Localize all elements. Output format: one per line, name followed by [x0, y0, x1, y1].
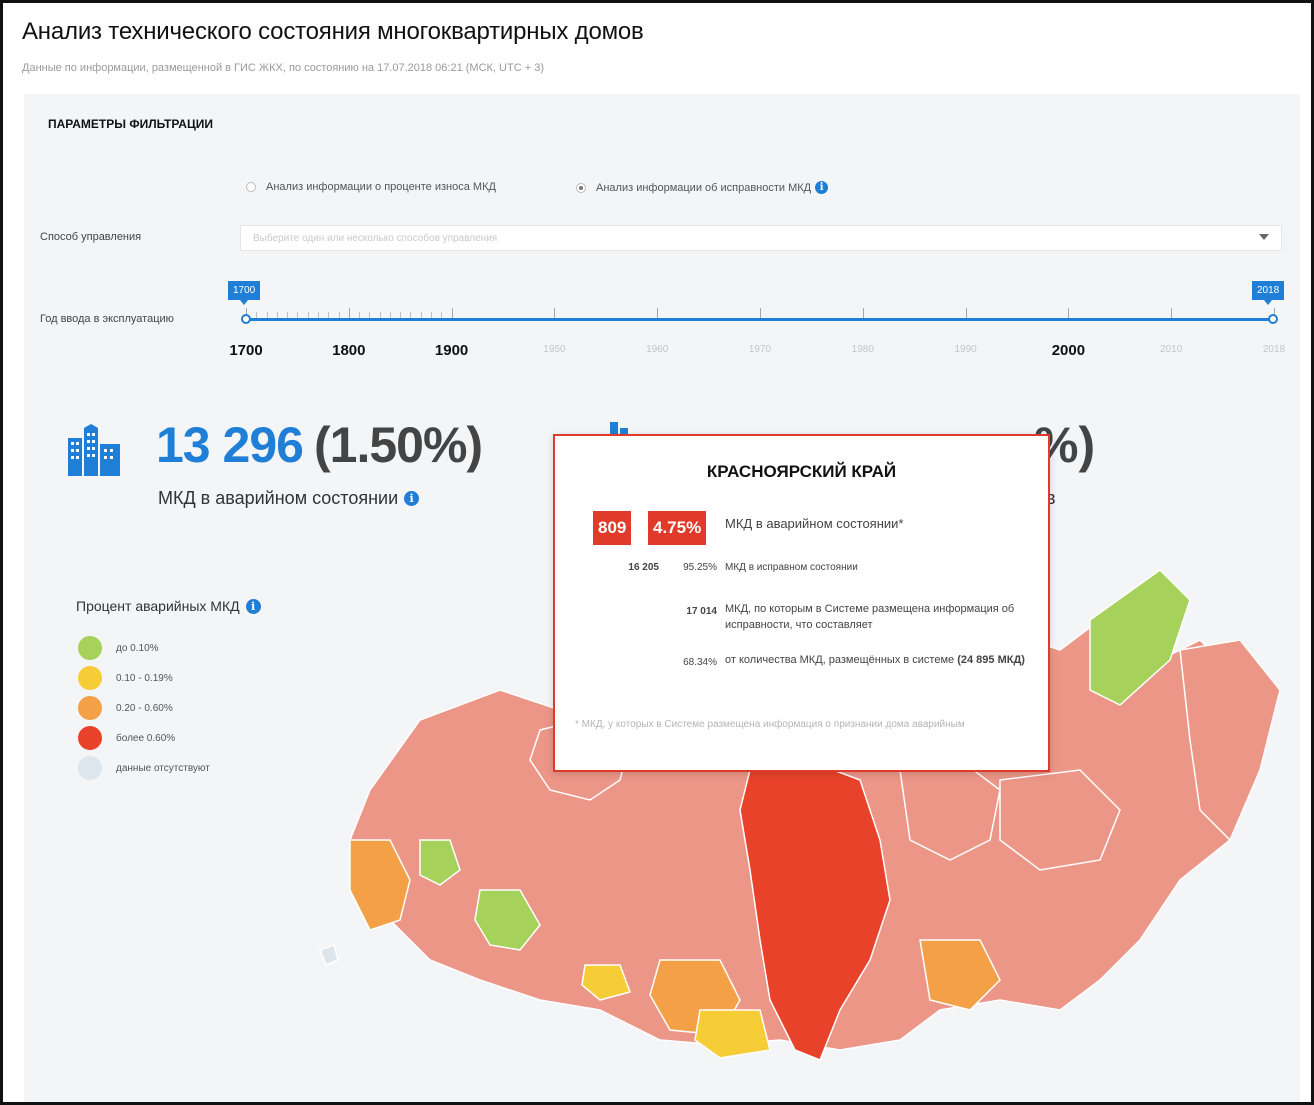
slider-minor-tick — [297, 312, 299, 318]
legend-label: 0.10 - 0.19% — [116, 672, 173, 684]
slider-tick — [451, 308, 453, 318]
region-tooltip: КРАСНОЯРСКИЙ КРАЙ 809 4.75% МКД в аварий… — [553, 434, 1050, 772]
tooltip-emergency-count: 809 — [593, 511, 632, 545]
year-to-handle[interactable] — [1268, 314, 1278, 324]
tooltip-footnote: * МКД, у которых в Системе размещена инф… — [575, 719, 965, 730]
slider-minor-tick — [266, 312, 268, 318]
tooltip-share-percent: 68.34% — [683, 657, 717, 668]
year-from-handle[interactable] — [241, 314, 251, 324]
radio-wear-label: Анализ информации о проценте износа МКД — [266, 181, 496, 193]
slider-tick-label: 2000 — [1051, 342, 1086, 359]
slider-minor-tick — [379, 312, 381, 318]
slider-tick — [554, 308, 556, 318]
slider-minor-tick — [276, 312, 278, 318]
tooltip-share-label-prefix: от количества МКД, размещённых в системе — [725, 654, 955, 666]
info-icon[interactable]: i — [815, 181, 829, 194]
year-slider-track[interactable] — [246, 318, 1274, 321]
legend-item: до 0.10% — [78, 636, 159, 660]
slider-minor-tick — [307, 312, 309, 318]
year-label: Год ввода в эксплуатацию — [40, 313, 174, 325]
slider-tick-label: 1800 — [332, 342, 366, 359]
radio-wear-analysis[interactable]: Анализ информации о проценте износа МКД — [246, 181, 496, 193]
tooltip-total-label: МКД, по которым в Системе размещена инфо… — [725, 603, 1015, 631]
legend-label: более 0.60% — [116, 732, 176, 744]
legend-label: данные отсутствуют — [116, 762, 210, 774]
slider-tick — [657, 308, 659, 318]
slider-tick — [1171, 308, 1173, 318]
legend-item: 0.20 - 0.60% — [78, 696, 173, 720]
slider-tick — [760, 308, 761, 318]
slider-tick — [965, 308, 967, 318]
legend-title: Процент аварийных МКД i — [76, 598, 261, 614]
legend-swatch — [78, 756, 102, 780]
slider-tick — [1068, 308, 1070, 318]
legend-item: более 0.60% — [78, 726, 175, 750]
slider-tick-label: 1950 — [543, 344, 566, 355]
legend-label: 0.20 - 0.60% — [116, 702, 173, 714]
radio-wear-circle[interactable] — [246, 182, 256, 192]
radio-condition-analysis[interactable]: Анализ информации об исправности МКД i — [576, 181, 829, 194]
slider-minor-tick — [328, 312, 330, 318]
slider-minor-tick — [338, 312, 340, 318]
management-select[interactable]: Выберите один или несколько способов упр… — [240, 225, 1282, 251]
tooltip-emergency-label: МКД в аварийном состоянии* — [725, 516, 904, 531]
chevron-down-icon — [1259, 234, 1269, 240]
management-placeholder: Выберите один или несколько способов упр… — [253, 233, 498, 244]
slider-tick-label: 1960 — [646, 344, 669, 355]
tooltip-total-count: 17 014 — [686, 606, 717, 617]
tooltip-share-label-bold: (24 895 МКД) — [957, 654, 1025, 666]
page-title: Анализ технического состояния многокварт… — [22, 18, 644, 45]
slider-minor-tick — [400, 312, 402, 318]
legend-swatch — [78, 696, 102, 720]
tooltip-share-label: от количества МКД, размещённых в системе… — [725, 652, 1035, 668]
slider-minor-tick — [420, 312, 422, 318]
management-label: Способ управления — [40, 231, 142, 243]
legend-swatch — [78, 636, 102, 660]
slider-minor-tick — [389, 312, 391, 318]
map-region[interactable] — [319, 944, 339, 966]
slider-tick-label: 2018 — [1262, 344, 1286, 355]
slider-minor-tick — [317, 312, 319, 318]
slider-minor-tick — [410, 312, 412, 318]
slider-tick — [348, 308, 350, 318]
slider-tick-label: 1900 — [434, 342, 469, 359]
slider-tick-label: 2010 — [1160, 344, 1183, 355]
emergency-percent: (1.50%) — [314, 417, 483, 473]
tooltip-ok-label: МКД в исправном состоянии — [725, 562, 858, 573]
year-to-tag: 2018 — [1252, 281, 1285, 305]
tooltip-ok-percent: 95.25% — [683, 562, 717, 573]
tooltip-emergency-percent: 4.75% — [648, 511, 707, 545]
slider-minor-tick — [369, 312, 371, 318]
buildings-icon — [68, 424, 120, 476]
year-from-tag: 1700 — [228, 281, 261, 305]
map-region[interactable] — [694, 1009, 771, 1059]
slider-minor-tick — [359, 312, 361, 318]
slider-minor-tick — [287, 312, 289, 318]
emergency-count: 13 296 — [156, 417, 304, 473]
slider-tick — [862, 308, 864, 318]
legend-title-text: Процент аварийных МКД — [76, 598, 240, 614]
slider-minor-tick — [431, 312, 433, 318]
emergency-caption-text: МКД в аварийном состоянии — [158, 488, 399, 508]
tooltip-ok-count: 16 205 — [628, 562, 659, 573]
legend-item: 0.10 - 0.19% — [78, 666, 173, 690]
radio-condition-label: Анализ информации об исправности МКД — [596, 181, 812, 194]
info-icon[interactable]: i — [245, 598, 261, 614]
legend-label: до 0.10% — [116, 642, 159, 654]
legend-swatch — [78, 726, 102, 750]
filters-header: ПАРАМЕТРЫ ФИЛЬТРАЦИИ — [48, 117, 213, 131]
slider-minor-tick — [256, 312, 258, 318]
tooltip-region-title: КРАСНОЯРСКИЙ КРАЙ — [706, 462, 897, 481]
emergency-caption: МКД в аварийном состоянии i — [158, 488, 420, 509]
slider-minor-tick — [441, 312, 443, 318]
slider-tick-label: 1970 — [748, 344, 772, 355]
slider-tick-label: 1990 — [954, 344, 977, 355]
slider-tick-label: 1700 — [229, 342, 263, 359]
page-subtitle: Данные по информации, размещенной в ГИС … — [22, 62, 544, 74]
legend-swatch — [78, 666, 102, 690]
radio-condition-circle[interactable] — [576, 182, 586, 193]
info-icon[interactable]: i — [404, 491, 420, 506]
legend-item: данные отсутствуют — [78, 756, 210, 780]
slider-tick-label: 1980 — [851, 344, 874, 355]
